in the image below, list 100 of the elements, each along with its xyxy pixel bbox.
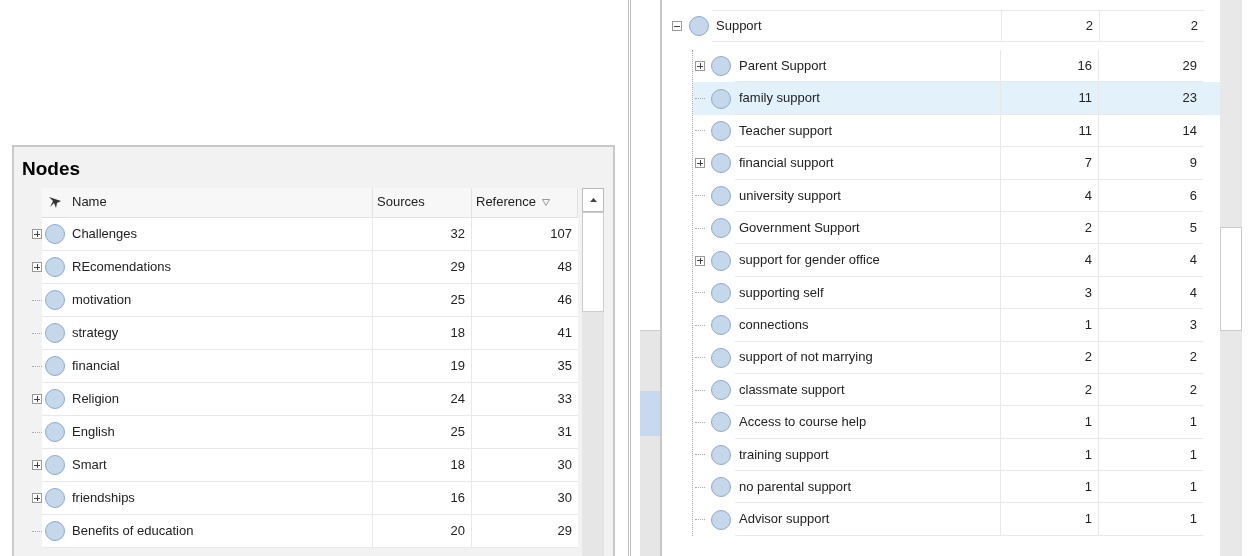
references-cell: 3 <box>1099 309 1203 342</box>
node-icon <box>711 88 731 109</box>
name-cell[interactable]: connections <box>735 309 1001 342</box>
node-icon <box>711 380 731 401</box>
name-cell[interactable]: Religion <box>68 382 373 416</box>
node-icon <box>45 256 65 277</box>
references-cell: 1 <box>1099 438 1203 472</box>
column-header[interactable]: Name <box>68 187 373 218</box>
expand-icon[interactable] <box>695 61 705 72</box>
name-cell[interactable]: university support <box>735 179 1001 212</box>
node-icon <box>45 355 65 376</box>
name-cell[interactable]: support of not marrying <box>735 341 1001 374</box>
sources-cell: 1 <box>1001 503 1099 536</box>
name-cell[interactable]: financial support <box>735 147 1001 180</box>
sources-cell: 1 <box>1001 406 1099 439</box>
name-cell[interactable]: motivation <box>68 283 373 317</box>
node-icon <box>45 421 65 442</box>
scrollbar[interactable] <box>1220 0 1242 556</box>
name-cell[interactable]: family support <box>735 82 1001 115</box>
name-cell[interactable]: financial <box>68 349 373 383</box>
node-icon <box>711 282 731 303</box>
name-cell[interactable]: Challenges <box>68 217 373 251</box>
sources-cell: 2 <box>1001 341 1099 374</box>
name-cell[interactable]: friendships <box>68 481 373 515</box>
node-icon <box>711 412 731 433</box>
column-header[interactable]: Reference <box>472 187 578 218</box>
node-icon <box>711 250 731 271</box>
pin-icon <box>48 195 62 209</box>
panel-title: Nodes <box>21 157 82 181</box>
node-icon <box>45 388 65 409</box>
node-icon <box>711 509 731 530</box>
sources-cell: 1 <box>1001 309 1099 342</box>
sources-cell: 25 <box>373 415 472 449</box>
node-icon <box>711 120 731 141</box>
references-cell: 41 <box>472 316 578 350</box>
node-icon <box>45 289 65 310</box>
name-cell[interactable]: no parental support <box>735 471 1001 504</box>
scroll-up-button[interactable] <box>582 187 604 212</box>
name-cell[interactable]: supporting self <box>735 276 1001 310</box>
sources-cell: 24 <box>373 382 472 416</box>
name-cell[interactable]: Advisor support <box>735 503 1001 536</box>
references-cell: 1 <box>1099 406 1203 439</box>
references-cell: 29 <box>472 514 578 548</box>
references-cell: 2 <box>1099 373 1203 407</box>
references-cell: 2 <box>1099 341 1203 374</box>
node-icon <box>711 218 731 239</box>
column-header[interactable]: Sources <box>373 187 472 218</box>
name-cell[interactable]: support for gender office <box>735 244 1001 277</box>
sources-cell: 3 <box>1001 276 1099 310</box>
node-icon <box>689 16 709 36</box>
name-cell[interactable]: Benefits of education <box>68 514 373 548</box>
sources-cell: 2 <box>1001 373 1099 407</box>
expand-icon[interactable] <box>695 158 705 169</box>
name-cell[interactable]: Support <box>712 10 1002 42</box>
references-cell: 2 <box>1100 10 1204 42</box>
sort-icon <box>542 198 550 206</box>
name-cell[interactable]: Government Support <box>735 211 1001 245</box>
references-cell: 35 <box>472 349 578 383</box>
name-cell[interactable]: training support <box>735 438 1001 472</box>
sources-cell: 19 <box>373 349 472 383</box>
sources-cell: 16 <box>373 481 472 515</box>
references-cell: 30 <box>472 448 578 482</box>
references-cell: 107 <box>472 217 578 251</box>
references-cell: 6 <box>1099 179 1203 212</box>
sources-cell: 1 <box>1001 471 1099 504</box>
node-icon <box>711 347 731 368</box>
references-cell: 48 <box>472 250 578 284</box>
name-cell[interactable]: REcomendations <box>68 250 373 284</box>
references-cell: 30 <box>472 481 578 515</box>
sources-cell: 1 <box>1001 438 1099 472</box>
sources-cell: 18 <box>373 316 472 350</box>
sources-cell: 4 <box>1001 244 1099 277</box>
references-cell: 14 <box>1099 114 1203 148</box>
name-cell[interactable]: Smart <box>68 448 373 482</box>
sources-cell: 32 <box>373 217 472 251</box>
collapse-icon[interactable] <box>672 21 682 31</box>
node-icon <box>45 454 65 475</box>
pin-column-header[interactable] <box>42 187 68 218</box>
name-cell[interactable]: English <box>68 415 373 449</box>
node-icon <box>711 56 731 77</box>
expand-icon[interactable] <box>695 255 705 266</box>
name-cell[interactable]: Access to course help <box>735 406 1001 439</box>
references-cell: 33 <box>472 382 578 416</box>
sources-cell: 20 <box>373 514 472 548</box>
references-cell: 9 <box>1099 147 1203 180</box>
name-cell[interactable]: classmate support <box>735 373 1001 407</box>
pane-highlight <box>640 391 660 436</box>
scroll-thumb[interactable] <box>582 211 604 312</box>
node-icon <box>45 223 65 244</box>
name-cell[interactable]: strategy <box>68 316 373 350</box>
sources-cell: 25 <box>373 283 472 317</box>
references-cell: 1 <box>1099 503 1203 536</box>
scroll-thumb[interactable] <box>1220 227 1242 331</box>
node-icon <box>711 185 731 206</box>
scrollbar[interactable] <box>582 187 604 556</box>
references-cell: 5 <box>1099 211 1203 245</box>
sources-cell: 18 <box>373 448 472 482</box>
sources-cell: 2 <box>1002 10 1100 42</box>
name-cell[interactable]: Teacher support <box>735 114 1001 148</box>
node-icon <box>45 487 65 508</box>
